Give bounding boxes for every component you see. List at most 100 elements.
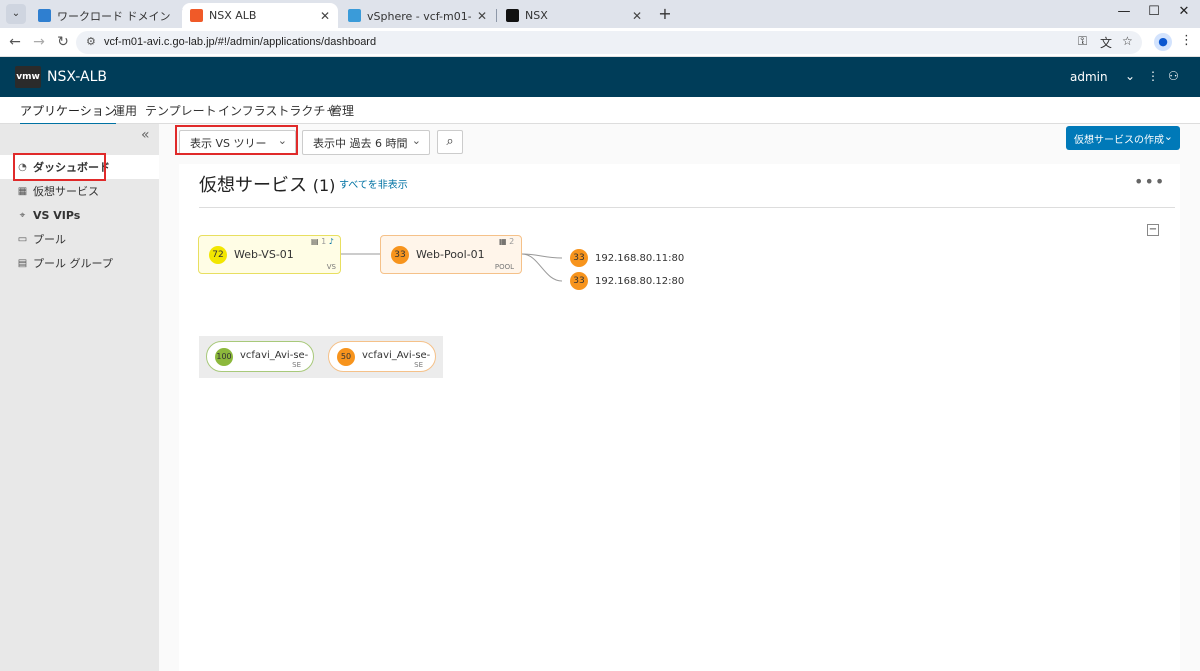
pool-name: Web-Pool-01 bbox=[416, 248, 485, 261]
collapse-sidebar-icon[interactable]: « bbox=[141, 127, 150, 143]
user-menu[interactable]: admin bbox=[1070, 70, 1108, 84]
more-options-icon[interactable]: ••• bbox=[1134, 172, 1165, 191]
nav-operations[interactable]: 運用 bbox=[113, 102, 137, 119]
service-engine-name: vcfavi_Avi-se- bbox=[362, 350, 431, 361]
sidebar-item-vs-vips[interactable]: ⌖ VS VIPs bbox=[0, 203, 159, 227]
browser-tab-nsx[interactable]: NSX ✕ bbox=[498, 3, 650, 28]
node-status-icons: ▤ 1 ♪ bbox=[311, 237, 334, 246]
pool-group-icon: ▤ bbox=[17, 257, 28, 269]
health-score-badge: 33 bbox=[570, 272, 588, 290]
virtual-service-node[interactable]: 72 Web-VS-01 ▤ 1 ♪ VS bbox=[198, 235, 341, 274]
service-engine-node[interactable]: 50 vcfavi_Avi-se- SE bbox=[328, 341, 436, 372]
sidebar-item-label: プール bbox=[33, 233, 66, 246]
browser-toolbar: ← → ↻ ⚙ vcf-m01-avi.c.go-lab.jp/#!/admin… bbox=[0, 28, 1200, 57]
password-key-icon[interactable]: ⚿ bbox=[1078, 34, 1087, 49]
forward-icon[interactable]: → bbox=[30, 34, 48, 50]
node-status-icons: ▦ 2 bbox=[499, 237, 514, 246]
user-icon[interactable]: ⚇ bbox=[1168, 69, 1179, 83]
reload-icon[interactable]: ↻ bbox=[54, 34, 72, 50]
pool-node[interactable]: 33 Web-Pool-01 ▦ 2 POOL bbox=[380, 235, 522, 274]
highlight-box-view-select bbox=[175, 125, 298, 155]
pool-server-item[interactable]: 33 192.168.80.11:80 bbox=[570, 249, 684, 267]
server-count: 2 bbox=[509, 237, 515, 246]
virtual-service-name: Web-VS-01 bbox=[234, 248, 294, 261]
collapse-tree-icon[interactable]: − bbox=[1147, 224, 1159, 236]
tab-label: NSX ALB bbox=[209, 9, 257, 22]
search-button[interactable]: ⌕ bbox=[437, 130, 463, 154]
tab-label: ワークロード ドメイン - サマリ bbox=[57, 9, 172, 23]
node-type: VS bbox=[326, 263, 336, 271]
tab-separator bbox=[496, 9, 497, 22]
tab-search-icon[interactable]: ⌄ bbox=[6, 4, 26, 24]
highlight-box-dashboard bbox=[13, 153, 106, 181]
chevron-down-icon: ⌄ bbox=[411, 134, 421, 147]
browser-menu-icon[interactable]: ⋮ bbox=[1180, 33, 1193, 48]
pool-server-item[interactable]: 33 192.168.80.12:80 bbox=[570, 272, 684, 290]
nav-applications[interactable]: アプリケーション bbox=[20, 102, 116, 125]
time-range-dropdown[interactable]: 表示中 過去 6 時間 ⌄ bbox=[302, 130, 430, 155]
translate-icon[interactable]: 文 bbox=[1100, 34, 1112, 51]
time-range-value: 表示中 過去 6 時間 bbox=[313, 136, 408, 150]
cloud-icon bbox=[38, 9, 51, 22]
server-stack-icon: ▦ bbox=[499, 237, 507, 246]
minimize-icon[interactable]: — bbox=[1114, 4, 1134, 19]
sidebar-item-virtual-services[interactable]: ▦ 仮想サービス bbox=[0, 179, 159, 203]
sidebar-item-label: 仮想サービス bbox=[33, 185, 99, 198]
service-engine-name: vcfavi_Avi-se- bbox=[240, 350, 309, 361]
app-title: NSX-ALB bbox=[47, 69, 107, 85]
database-icon: ▤ bbox=[311, 237, 319, 246]
sidebar-item-pool-groups[interactable]: ▤ プール グループ bbox=[0, 251, 159, 275]
create-button-label: 仮想サービスの作成 bbox=[1074, 134, 1164, 146]
nsx-icon bbox=[506, 9, 519, 22]
more-vertical-icon[interactable]: ⋮ bbox=[1147, 69, 1159, 83]
close-tab-icon[interactable]: ✕ bbox=[477, 9, 487, 23]
sidebar-item-pools[interactable]: ▭ プール bbox=[0, 227, 159, 251]
location-icon: ⌖ bbox=[19, 209, 26, 221]
sidebar: « ◔ ダッシュボード ▦ 仮想サービス ⌖ VS VIPs ▭ プール ▤ プ… bbox=[0, 124, 159, 671]
vmware-logo: vmw bbox=[15, 66, 41, 88]
profile-avatar-icon[interactable]: ● bbox=[1154, 33, 1172, 51]
main-content: 表示 VS ツリー ⌄ 表示中 過去 6 時間 ⌄ ⌕ 仮想サービスの作成 ⌄ … bbox=[159, 124, 1200, 671]
bell-icon: ♪ bbox=[328, 237, 334, 246]
nav-administration[interactable]: 管理 bbox=[330, 102, 354, 119]
sidebar-item-label: VS VIPs bbox=[33, 208, 81, 222]
nav-templates[interactable]: テンプレート bbox=[145, 102, 217, 119]
nav-infrastructure[interactable]: インフラストラクチャ bbox=[218, 102, 337, 119]
close-window-icon[interactable]: ✕ bbox=[1174, 4, 1194, 19]
grid-icon: ▦ bbox=[17, 185, 28, 197]
create-virtual-service-button[interactable]: 仮想サービスの作成 ⌄ bbox=[1066, 126, 1180, 150]
chevron-down-icon[interactable]: ⌄ bbox=[1125, 69, 1135, 83]
browser-tab-nsx-alb[interactable]: NSX ALB ✕ bbox=[182, 3, 338, 28]
new-tab-button[interactable]: + bbox=[656, 5, 674, 23]
top-navigation: アプリケーション 運用 テンプレート インフラストラクチャ 管理 bbox=[0, 97, 1200, 125]
health-score-badge: 50 bbox=[337, 348, 355, 366]
service-engine-group: 100 vcfavi_Avi-se- SE 50 vcfavi_Avi-se- … bbox=[199, 336, 443, 378]
site-info-icon[interactable]: ⚙ bbox=[86, 35, 96, 48]
node-type: SE bbox=[414, 361, 423, 369]
tab-label: NSX bbox=[525, 9, 548, 22]
url-text: vcf-m01-avi.c.go-lab.jp/#!/admin/applica… bbox=[104, 36, 377, 48]
back-icon[interactable]: ← bbox=[6, 34, 24, 50]
search-icon: ⌕ bbox=[446, 134, 454, 149]
node-type: POOL bbox=[494, 263, 514, 271]
server-address: 192.168.80.11:80 bbox=[595, 252, 685, 264]
alert-count: 1 bbox=[321, 237, 327, 246]
health-score-badge: 72 bbox=[209, 246, 227, 264]
service-engine-node[interactable]: 100 vcfavi_Avi-se- SE bbox=[206, 341, 314, 372]
vsphere-icon bbox=[348, 9, 361, 22]
browser-tab-vsphere[interactable]: vSphere - vcf-m01-fd-avi-se - 設 ✕ bbox=[340, 3, 495, 28]
maximize-icon[interactable]: ☐ bbox=[1144, 4, 1164, 19]
close-tab-icon[interactable]: ✕ bbox=[632, 9, 642, 23]
health-score-badge: 100 bbox=[215, 348, 233, 366]
avi-logo-icon bbox=[190, 9, 203, 22]
server-address: 192.168.80.12:80 bbox=[595, 275, 685, 287]
node-type: SE bbox=[292, 361, 301, 369]
bookmark-star-icon[interactable]: ☆ bbox=[1122, 34, 1133, 48]
virtual-services-panel: 仮想サービス (1) すべてを非表示 ••• − 72 Web-VS-01 ▤ … bbox=[179, 164, 1180, 671]
browser-tab-workload-domain[interactable]: ワークロード ドメイン - サマリ bbox=[30, 3, 180, 28]
chevron-down-icon: ⌄ bbox=[1163, 130, 1173, 143]
health-score-badge: 33 bbox=[570, 249, 588, 267]
pool-icon: ▭ bbox=[17, 233, 28, 245]
close-tab-icon[interactable]: ✕ bbox=[320, 9, 330, 23]
address-bar[interactable]: ⚙ vcf-m01-avi.c.go-lab.jp/#!/admin/appli… bbox=[76, 31, 1142, 54]
